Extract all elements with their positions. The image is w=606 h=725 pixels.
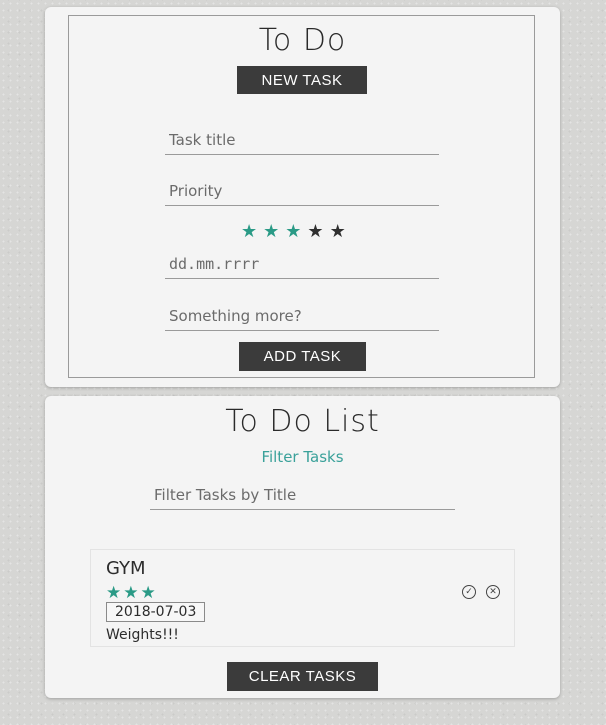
star-icon[interactable]: ★ [263, 221, 285, 242]
task-title-input[interactable] [165, 125, 439, 155]
priority-input[interactable] [165, 176, 439, 206]
star-icon: ★ [106, 583, 124, 603]
star-icon[interactable]: ★ [330, 221, 352, 242]
task-list-card: To Do List Filter Tasks GYM ★★★ 2018-07-… [45, 396, 560, 698]
filter-tasks-input[interactable] [150, 480, 455, 510]
task-description: Weights!!! [106, 627, 179, 643]
task-date: 2018-07-03 [106, 602, 206, 622]
star-icon[interactable]: ★ [307, 221, 329, 242]
filter-tasks-link[interactable]: Filter Tasks [45, 448, 560, 466]
priority-stars[interactable]: ★★★★★ [241, 221, 352, 242]
date-input[interactable] [165, 249, 439, 279]
check-circle-icon[interactable]: ✓ [462, 585, 476, 599]
task-item: GYM ★★★ 2018-07-03 Weights!!! ✓ ✕ [90, 549, 515, 647]
add-task-button[interactable]: ADD TASK [239, 342, 366, 371]
new-task-button[interactable]: NEW TASK [237, 66, 367, 94]
task-title: GYM [106, 558, 146, 579]
form-title: To Do [258, 23, 347, 58]
clear-tasks-button[interactable]: CLEAR TASKS [227, 662, 378, 691]
list-title: To Do List [225, 404, 380, 439]
star-icon[interactable]: ★ [241, 221, 263, 242]
task-rating: ★★★ [106, 583, 158, 603]
star-icon: ★ [123, 583, 141, 603]
star-icon: ★ [140, 583, 158, 603]
close-circle-icon[interactable]: ✕ [486, 585, 500, 599]
task-actions: ✓ ✕ [462, 585, 500, 599]
notes-input[interactable] [165, 301, 439, 331]
new-task-card: To Do NEW TASK ★★★★★ ADD TASK [45, 7, 560, 387]
star-icon[interactable]: ★ [285, 221, 307, 242]
